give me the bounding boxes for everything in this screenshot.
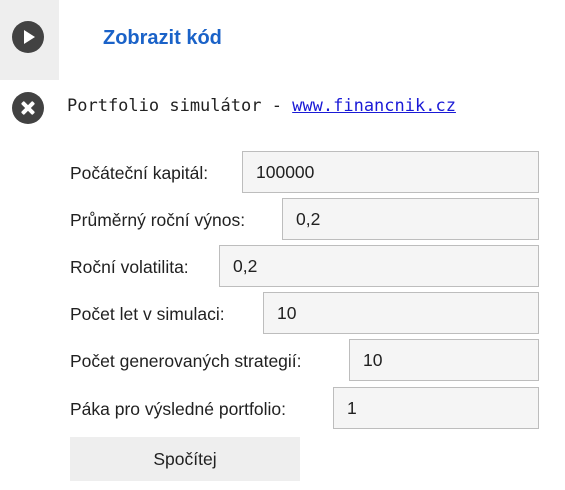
show-code-link[interactable]: Zobrazit kód bbox=[103, 27, 222, 50]
run-cell-area bbox=[0, 0, 59, 80]
leverage-label: Páka pro výsledné portfolio: bbox=[70, 399, 286, 419]
output-title: Portfolio simulátor - www.financnik.cz bbox=[67, 96, 456, 116]
close-icon[interactable] bbox=[12, 92, 44, 124]
years-input[interactable] bbox=[263, 292, 539, 334]
leverage-input[interactable] bbox=[333, 387, 539, 429]
average-return-input[interactable] bbox=[282, 198, 539, 240]
notebook-cell: Zobrazit kód Portfolio simulátor - www.f… bbox=[0, 0, 565, 490]
volatility-label: Roční volatilita: bbox=[70, 257, 189, 277]
average-return-label: Průměrný roční výnos: bbox=[70, 210, 246, 230]
play-icon[interactable] bbox=[12, 21, 44, 53]
years-label: Počet let v simulaci: bbox=[70, 304, 225, 324]
play-triangle bbox=[24, 30, 35, 44]
strategies-input[interactable] bbox=[349, 339, 539, 381]
strategies-label: Počet generovaných strategií: bbox=[70, 351, 302, 371]
website-link[interactable]: www.financnik.cz bbox=[292, 96, 456, 116]
output-title-text: Portfolio simulátor - bbox=[67, 96, 293, 116]
calculate-button[interactable]: Spočítej bbox=[70, 437, 300, 481]
initial-capital-label: Počáteční kapitál: bbox=[70, 163, 209, 183]
volatility-input[interactable] bbox=[219, 245, 539, 287]
initial-capital-input[interactable] bbox=[242, 151, 539, 193]
